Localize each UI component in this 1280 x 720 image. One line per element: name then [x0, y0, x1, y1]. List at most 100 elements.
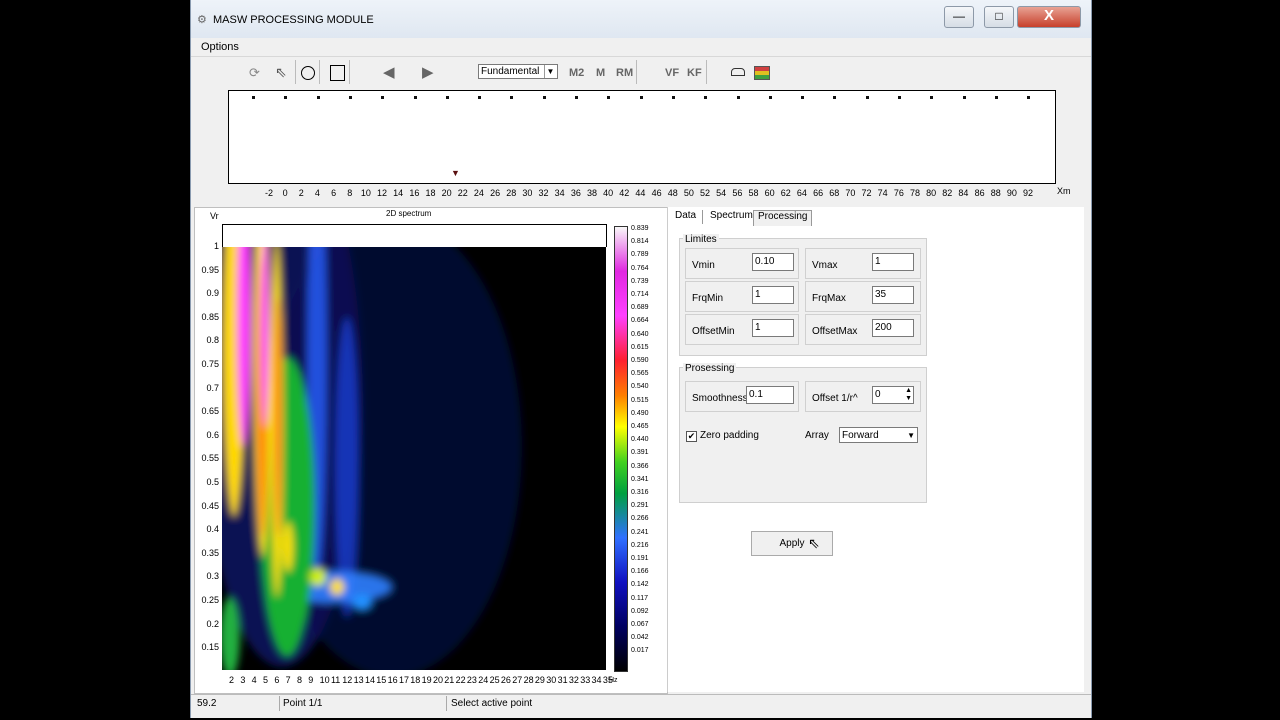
rm-button[interactable]: RM	[616, 64, 633, 82]
geophone-point[interactable]	[736, 96, 740, 99]
apply-button[interactable]: Apply	[751, 531, 833, 556]
geophone-point[interactable]	[865, 96, 869, 99]
toolbar-separator	[319, 60, 320, 84]
mode-select[interactable]: Fundamental ▼	[478, 64, 558, 79]
zero-padding-checkbox[interactable]: ✔	[686, 431, 697, 442]
spectrum-x-tick-label: 9	[308, 675, 314, 685]
toolbar-separator	[349, 60, 350, 84]
geophone-point[interactable]	[348, 96, 352, 99]
spectrum-x-unit: Hz	[609, 677, 618, 684]
frqmax-label: FrqMax	[812, 293, 846, 304]
colorbar-label: 0.316	[631, 489, 649, 496]
array-select[interactable]: Forward ▼	[839, 427, 918, 443]
offset-geometry-panel[interactable]	[228, 90, 1056, 184]
spectrum-x-tick-label: 30	[546, 675, 557, 685]
pointer-icon[interactable]: ⇖	[275, 64, 287, 81]
colorbar-label: 0.565	[631, 370, 649, 378]
spectrum-x-tick-label: 34	[591, 675, 602, 685]
geophone-point[interactable]	[1027, 96, 1031, 99]
colorbar-label: 0.640	[631, 330, 649, 338]
spectrum-title: 2D spectrum	[386, 209, 432, 218]
spectrum-y-tick-label: 0.85	[201, 311, 219, 322]
arrow-left-icon[interactable]: ◀	[383, 63, 395, 81]
eraser-icon[interactable]	[731, 68, 745, 76]
vmax-label: Vmax	[812, 260, 838, 271]
spectrum-x-tick-label: 4	[251, 675, 257, 685]
geophone-point[interactable]	[478, 96, 482, 99]
refresh-icon[interactable]: ⟳	[249, 65, 260, 81]
geophone-point[interactable]	[704, 96, 708, 99]
tab-spectrum[interactable]: Spectrum	[706, 210, 757, 221]
circle-tool-icon[interactable]	[301, 66, 315, 80]
spectrum-header-box	[222, 224, 607, 247]
geophone-point[interactable]	[671, 96, 675, 99]
spectrum-y-tick-label: 0.5	[206, 477, 219, 487]
menu-bar: Options	[191, 38, 1091, 57]
vmin-input[interactable]: 0.10	[752, 253, 794, 271]
geophone-point[interactable]	[316, 96, 320, 99]
apply-label: Apply	[779, 538, 805, 549]
geophone-point[interactable]	[768, 96, 772, 99]
colorbar-label: 0.117	[631, 594, 648, 602]
tab-data[interactable]: Data	[671, 210, 700, 221]
spectrum-x-tick-label: 33	[580, 675, 591, 685]
palette-icon[interactable]	[754, 66, 770, 80]
toolbar-separator	[636, 60, 637, 84]
geophone-point[interactable]	[510, 96, 514, 99]
spectrum-y-tick-label: 0.7	[206, 382, 219, 393]
kf-button[interactable]: KF	[687, 64, 702, 82]
colorbar-label: 0.241	[631, 528, 649, 536]
offsetmax-cell: OffsetMax 200	[805, 314, 921, 345]
spectrum-y-tick-label: 1	[213, 241, 219, 251]
window-title: MASW PROCESSING MODULE	[213, 14, 374, 26]
geophone-point[interactable]	[930, 96, 934, 99]
rectangle-tool-icon[interactable]	[330, 65, 345, 81]
vmin-cell: Vmin 0.10	[685, 248, 799, 279]
geophone-point[interactable]	[575, 96, 578, 99]
spectrum-heatmap[interactable]	[222, 247, 606, 670]
close-button[interactable]: X	[1017, 6, 1081, 28]
geophone-point[interactable]	[413, 96, 417, 99]
m-button[interactable]: M	[596, 64, 605, 82]
offsetmax-input[interactable]: 200	[872, 319, 914, 337]
geophone-point[interactable]	[381, 96, 385, 99]
arrow-right-icon[interactable]: ▶	[422, 63, 434, 81]
smoothness-input[interactable]: 0.1	[746, 386, 794, 404]
spectrum-x-tick-label: 10	[319, 675, 330, 685]
spectrum-x-tick-label: 29	[534, 675, 545, 685]
vf-button[interactable]: VF	[665, 64, 679, 82]
colorbar-label: 0.366	[631, 462, 649, 470]
spectrum-x-tick-label: 25	[489, 675, 500, 685]
offset-power-stepper[interactable]: 0 ▲ ▼	[872, 386, 914, 404]
geophone-point[interactable]	[833, 96, 837, 99]
array-select-value: Forward	[842, 430, 879, 441]
geophone-point[interactable]	[639, 96, 643, 99]
geophone-point[interactable]	[445, 96, 449, 99]
colorbar-label: 0.291	[631, 502, 649, 510]
geophone-point[interactable]	[607, 96, 611, 99]
geophone-point[interactable]	[284, 96, 288, 99]
vmax-input[interactable]: 1	[872, 253, 914, 271]
maximize-button[interactable]: □	[984, 6, 1014, 28]
offsetmin-input[interactable]: 1	[752, 319, 794, 337]
geophone-point[interactable]	[252, 96, 255, 99]
geophone-point[interactable]	[962, 96, 966, 99]
offset-axis-unit: Xm	[1057, 186, 1071, 196]
geophone-point[interactable]	[994, 96, 998, 99]
status-value: 59.2	[197, 698, 217, 709]
frqmax-input[interactable]: 35	[872, 286, 914, 304]
geophone-point[interactable]	[542, 96, 546, 99]
minimize-button[interactable]: —	[944, 6, 974, 28]
colorbar-label: 0.739	[631, 277, 649, 285]
tab-processing[interactable]: Processing	[753, 210, 813, 226]
m2-button[interactable]: M2	[569, 64, 584, 82]
spectrum-x-tick-label: 11	[330, 675, 341, 685]
menu-options[interactable]: Options	[201, 41, 239, 53]
colorbar-label: 0.789	[631, 251, 649, 259]
colorbar-label: 0.017	[631, 647, 649, 655]
frqmin-input[interactable]: 1	[752, 286, 794, 304]
geophone-point[interactable]	[801, 96, 805, 99]
geophone-point[interactable]	[898, 96, 901, 99]
colorbar-label: 0.440	[631, 436, 649, 444]
spectrum-y-tick-label: 0.65	[201, 406, 219, 417]
